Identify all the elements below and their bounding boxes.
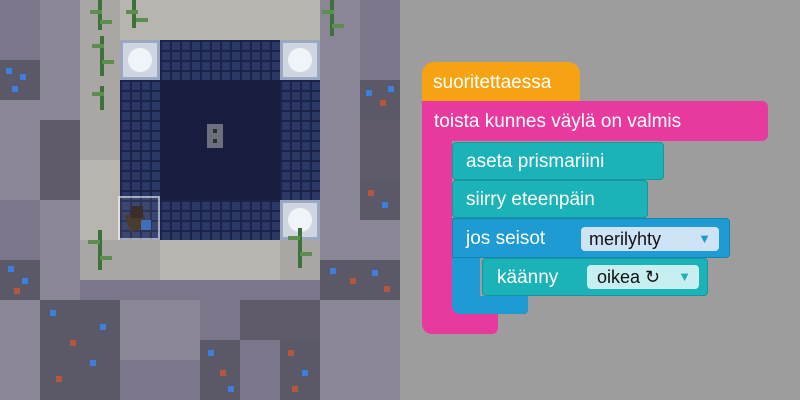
- turn-direction-value: oikea ↻: [597, 267, 661, 287]
- agent-character: [121, 202, 155, 236]
- stone-area: [0, 200, 40, 260]
- ore-patch: [320, 260, 400, 300]
- ore-patch: [360, 180, 400, 220]
- place-label: aseta prismariini: [466, 151, 605, 172]
- move-forward-block[interactable]: siirry eteenpäin: [452, 180, 648, 218]
- sea-lantern-block: [120, 40, 160, 80]
- turn-direction-dropdown[interactable]: oikea ↻ ▼: [587, 265, 699, 289]
- ore-patch: [360, 80, 400, 120]
- on-start-block[interactable]: suoritettaessa: [422, 62, 580, 102]
- stone-area: [360, 0, 400, 80]
- sea-lantern-block: [280, 40, 320, 80]
- chevron-down-icon: ▼: [678, 269, 691, 284]
- if-block-arm[interactable]: [452, 256, 480, 300]
- game-view: [0, 0, 400, 400]
- ore-patch: [0, 260, 40, 300]
- center-block: [207, 124, 223, 148]
- ore-patch: [0, 60, 40, 100]
- turn-label: käänny: [497, 267, 559, 288]
- ore-patch: [200, 340, 240, 400]
- repeat-until-block[interactable]: toista kunnes väylä on valmis: [422, 101, 768, 141]
- move-label: siirry eteenpäin: [466, 189, 595, 210]
- sand-floor: [160, 240, 280, 280]
- sand-floor: [120, 0, 320, 40]
- place-block[interactable]: aseta prismariini: [452, 142, 664, 180]
- ore-patch: [280, 340, 320, 400]
- stone-area: [360, 120, 400, 180]
- sand-floor: [80, 160, 120, 240]
- stone-area: [240, 300, 320, 340]
- condition-dropdown[interactable]: merilyhty ▼: [581, 227, 719, 251]
- code-workspace[interactable]: suoritettaessa toista kunnes väylä on va…: [400, 0, 800, 400]
- chevron-down-icon: ▼: [698, 231, 711, 246]
- ore-patch: [40, 300, 120, 400]
- if-label: jos seisot: [466, 228, 546, 249]
- condition-value: merilyhty: [589, 229, 662, 249]
- on-start-label: suoritettaessa: [433, 72, 552, 93]
- stone-area: [120, 300, 200, 360]
- repeat-until-label: toista kunnes väylä on valmis: [434, 111, 682, 132]
- stone-area: [40, 120, 80, 200]
- stone-area: [0, 0, 40, 60]
- if-block-foot[interactable]: [452, 296, 528, 314]
- repeat-block-arm[interactable]: [422, 140, 452, 312]
